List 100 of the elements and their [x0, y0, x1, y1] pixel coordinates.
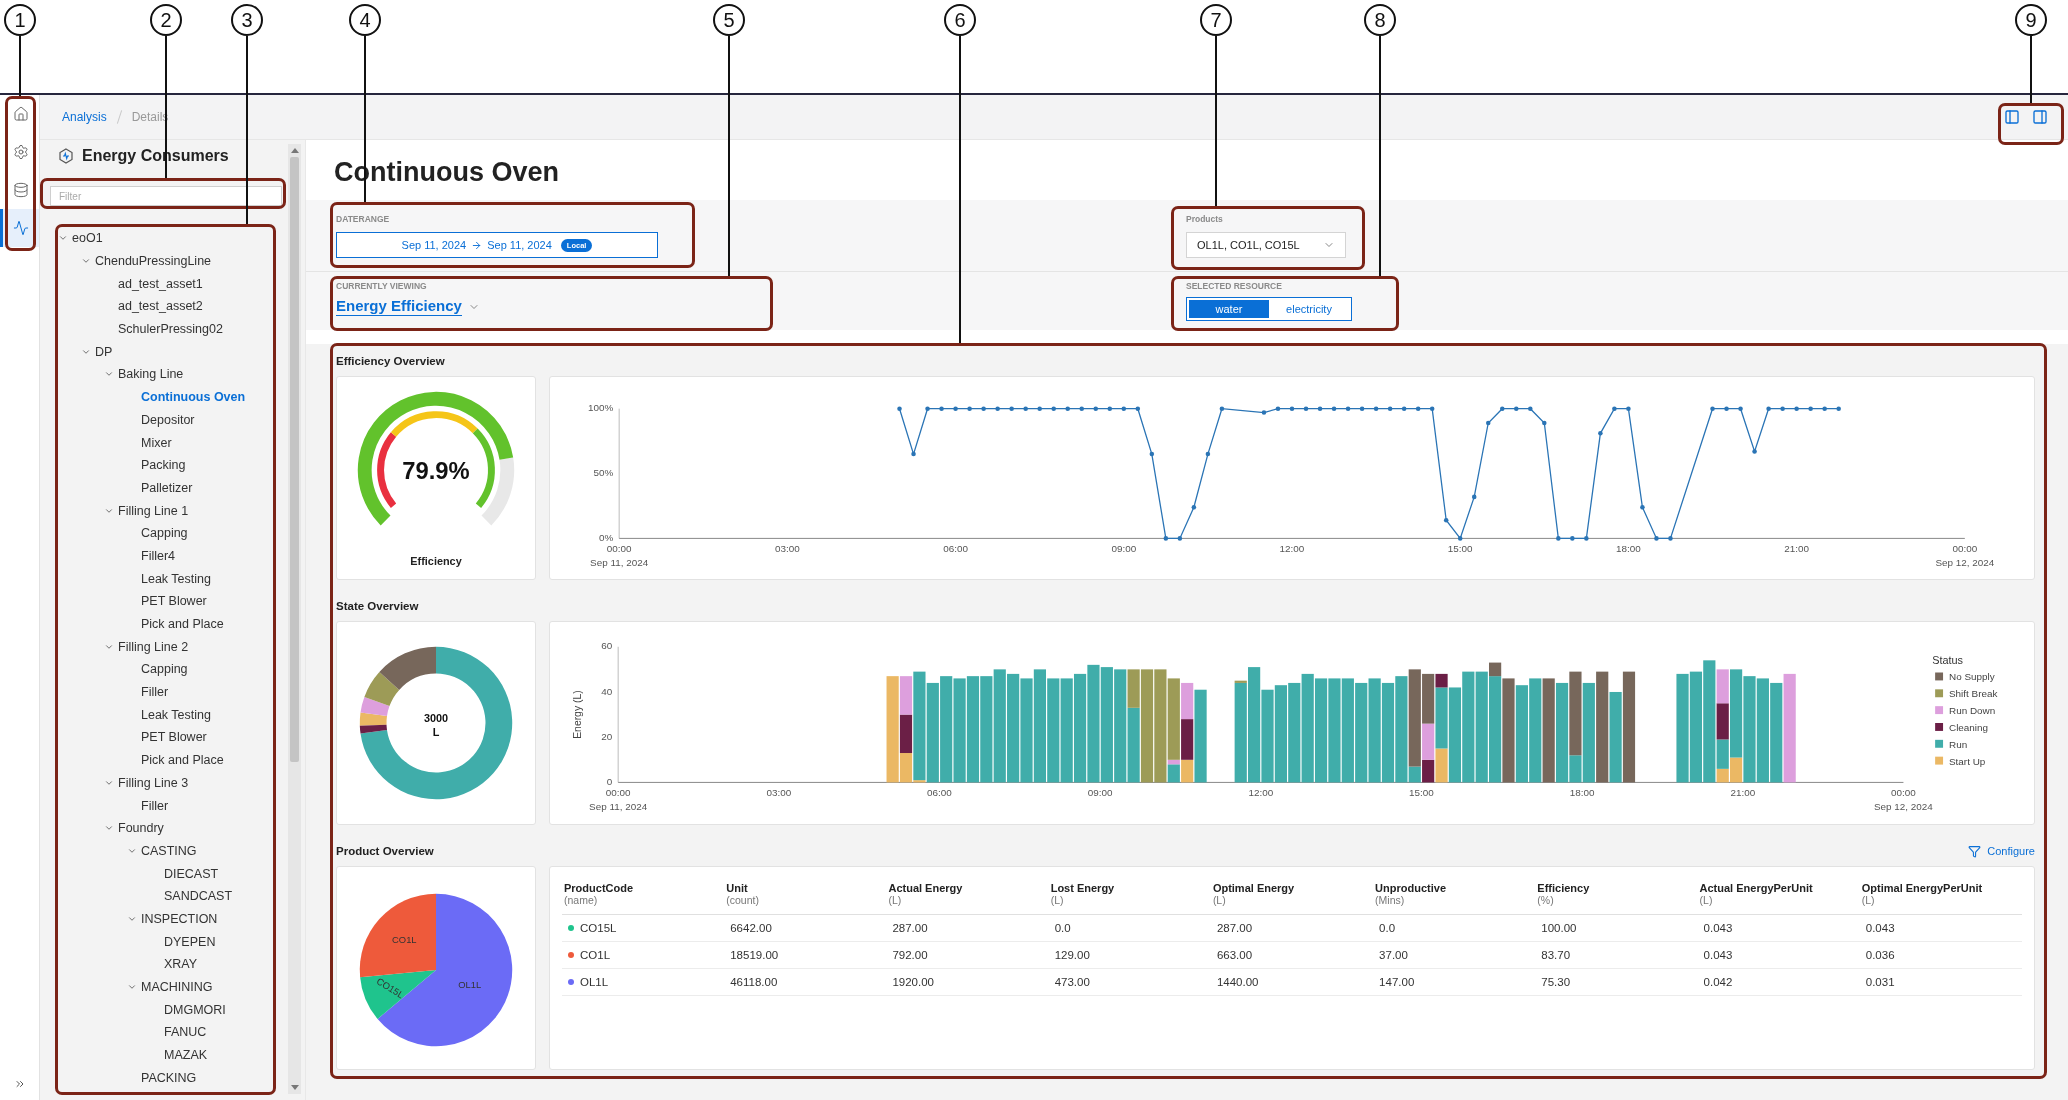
- tree-item[interactable]: Continuous Oven: [141, 390, 246, 405]
- callout-number: 3: [231, 4, 263, 36]
- column-unit: (L): [888, 893, 903, 906]
- scrollbar[interactable]: [288, 144, 301, 1094]
- tree-item[interactable]: ad_test_asset2: [118, 299, 203, 314]
- axis-label: 100%: [587, 402, 614, 414]
- tree-item[interactable]: Leak Testing: [141, 571, 211, 586]
- table-cell: 83.70: [1541, 949, 1571, 961]
- tree-item[interactable]: ad_test_asset1: [118, 276, 203, 291]
- table-cell: 0.0: [1379, 922, 1396, 934]
- column-unit: (L): [1050, 893, 1065, 906]
- legend-label: Cleaning: [1949, 721, 1989, 733]
- tree-item[interactable]: PACKING: [141, 1070, 197, 1085]
- tree-item[interactable]: DIECAST: [164, 866, 219, 881]
- date-label: Sep 11, 2024: [590, 557, 649, 569]
- axis-label: 12:00: [1279, 543, 1305, 555]
- breadcrumb-link[interactable]: Analysis: [62, 110, 107, 124]
- tree-item[interactable]: CASTING: [141, 843, 197, 858]
- table-cell: 75.30: [1541, 976, 1571, 988]
- tree-item[interactable]: Filling Line 2: [118, 639, 189, 654]
- column-header: Optimal EnergyPerUnit: [1861, 881, 1984, 894]
- resource-option[interactable]: water: [1189, 300, 1269, 318]
- filter-field[interactable]: Filter: [50, 186, 282, 206]
- table-cell: 1920.00: [892, 976, 934, 988]
- tree-item[interactable]: XRAY: [164, 957, 198, 972]
- tree-item[interactable]: Filler: [141, 685, 169, 700]
- tree-item[interactable]: Filler4: [141, 548, 176, 563]
- resource-option[interactable]: electricity: [1269, 300, 1349, 318]
- view-selector-link[interactable]: Energy Efficiency: [336, 297, 462, 316]
- column-header: Unit: [726, 881, 749, 894]
- tree-item[interactable]: Pick and Place: [141, 753, 224, 768]
- gauge-value: 79.9%: [402, 457, 470, 484]
- tree-item[interactable]: SchulerPressing02: [118, 322, 223, 337]
- products-dropdown[interactable]: OL1L, CO1L, CO15L: [1186, 232, 1346, 258]
- table-cell: 0.043: [1703, 922, 1733, 934]
- table-cell: 100.00: [1541, 922, 1577, 934]
- axis-label: 09:00: [1087, 787, 1113, 799]
- leader-line: [19, 36, 21, 96]
- tree-item[interactable]: Leak Testing: [141, 707, 211, 722]
- tree-item[interactable]: Filler: [141, 798, 169, 813]
- tree-item[interactable]: Capping: [141, 662, 188, 677]
- annotation-frame: [1998, 103, 2064, 145]
- tree-item[interactable]: Capping: [141, 526, 188, 541]
- field-label: Products: [1186, 214, 1223, 224]
- expand-button[interactable]: [13, 1078, 26, 1090]
- tree-item[interactable]: Palletizer: [141, 480, 193, 495]
- tree-item[interactable]: FANUC: [164, 1025, 207, 1040]
- table-cell: 287.00: [892, 922, 928, 934]
- axis-label: 50%: [593, 467, 614, 479]
- tree-item[interactable]: Baking Line: [118, 367, 184, 382]
- legend-label: Run: [1949, 738, 1968, 750]
- tree-item[interactable]: DP: [95, 344, 113, 359]
- tree-item[interactable]: Foundry: [118, 821, 164, 836]
- axis-label: 00:00: [1952, 543, 1978, 555]
- callout-number: 8: [1364, 4, 1396, 36]
- tree-item[interactable]: Filling Line 1: [118, 503, 189, 518]
- column-header: Actual EnergyPerUnit: [1699, 881, 1814, 894]
- arrow-right-icon: [471, 239, 483, 251]
- hexagon-icon: [58, 148, 74, 164]
- axis-label: 09:00: [1111, 543, 1137, 555]
- column-header: Actual Energy: [888, 881, 964, 894]
- table-cell: 147.00: [1379, 976, 1415, 988]
- donut-unit: L: [432, 725, 440, 738]
- tree-item[interactable]: INSPECTION: [141, 911, 218, 926]
- activity-button[interactable]: [0, 209, 39, 247]
- tree-item[interactable]: PET Blower: [141, 594, 207, 609]
- tree-item[interactable]: Depositor: [141, 412, 195, 427]
- column-unit: (Mins): [1375, 893, 1405, 906]
- callout-number: 6: [944, 4, 976, 36]
- section-title: State Overview: [336, 600, 419, 612]
- tree-item[interactable]: DMGMORI: [164, 1002, 226, 1017]
- tree-item[interactable]: MAZAK: [164, 1048, 208, 1063]
- tree-item[interactable]: ChenduPressingLine: [95, 254, 212, 269]
- column-unit: (L): [1699, 893, 1714, 906]
- axis-label: 00:00: [1891, 787, 1916, 799]
- tree-item[interactable]: Mixer: [141, 435, 172, 450]
- table-cell: 663.00: [1216, 949, 1253, 961]
- tree-item[interactable]: Pick and Place: [141, 617, 224, 632]
- tree-item[interactable]: DYEPEN: [164, 934, 216, 949]
- configure-link[interactable]: Configure: [1968, 844, 2035, 858]
- tree-item[interactable]: eoO1: [72, 231, 103, 246]
- axis-label: 06:00: [927, 787, 952, 799]
- tree-item[interactable]: Packing: [141, 458, 186, 473]
- activity-icon: [13, 220, 29, 236]
- axis-label: 21:00: [1730, 787, 1756, 799]
- axis-label: 00:00: [606, 543, 632, 555]
- axis-label: 15:00: [1447, 543, 1473, 555]
- home-icon: [13, 106, 29, 122]
- tree-item[interactable]: PET Blower: [141, 730, 207, 745]
- tree-item[interactable]: MACHINING: [141, 980, 213, 995]
- axis-label: 12:00: [1248, 787, 1274, 799]
- tree-item[interactable]: Filling Line 3: [118, 775, 189, 790]
- slice-label: CO1L: [392, 934, 417, 946]
- axis-label: 03:00: [766, 787, 792, 799]
- legend-title: Status: [1932, 653, 1963, 666]
- column-unit: (%): [1537, 893, 1554, 906]
- column-header: ProductCode: [564, 881, 635, 894]
- legend-label: Shift Break: [1949, 688, 1998, 700]
- tree-item[interactable]: SANDCAST: [164, 889, 233, 904]
- column-unit: (count): [726, 893, 760, 906]
